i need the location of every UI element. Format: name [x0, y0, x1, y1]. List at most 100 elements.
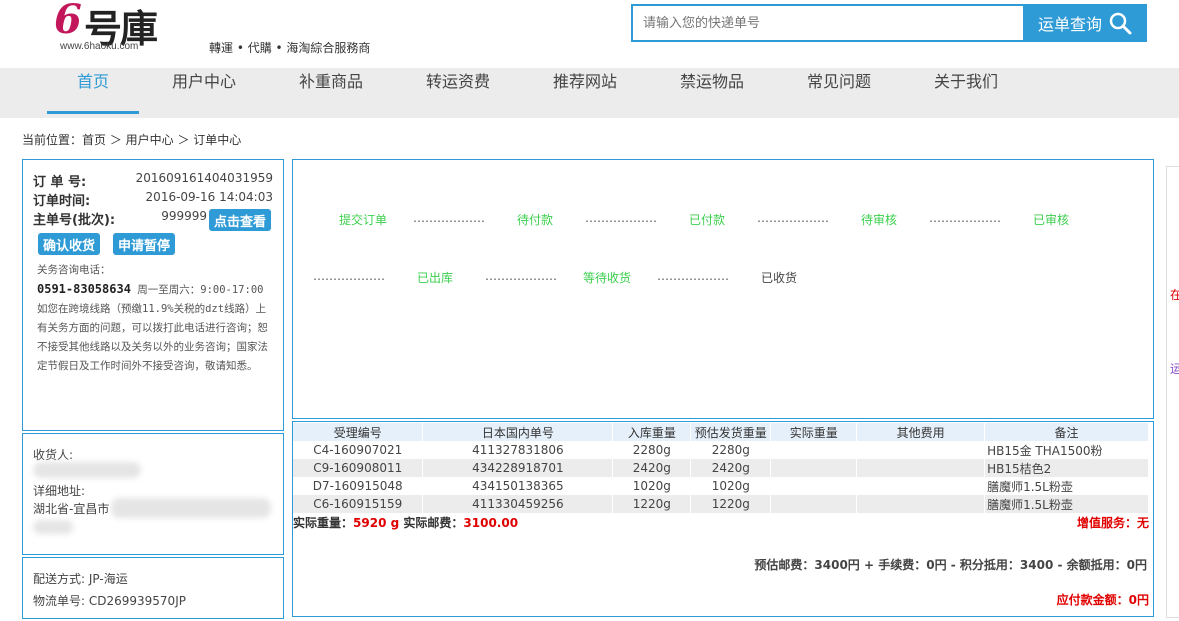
table-header-row: 受理编号 日本国内单号 入库重量 预估发货重量 实际重量 其他费用 备注 [293, 423, 1149, 441]
step-pending-review: 待审核 [861, 213, 898, 227]
logo-url: www.6haoku.com [60, 41, 139, 52]
cell-actual-weight [770, 459, 858, 477]
address-detail-value: 湖北省-宜昌市 [33, 502, 110, 516]
cell-inbound-weight: 1220g [612, 495, 692, 513]
nav-item-prohibited-items[interactable]: 禁运物品 [666, 68, 758, 118]
logo-six: 6 [54, 0, 82, 43]
tracking-search-button[interactable]: 运单查询 [1023, 4, 1147, 42]
receiver-redacted [33, 462, 141, 478]
order-info-panel: 订 单 号: 20160916140403195​9 订单时间: 2016-09… [22, 159, 284, 431]
order-time-row: 订单时间: 2016-09-16 14:04:03 [33, 190, 273, 209]
nav-item-user-center[interactable]: 用户中心 [158, 68, 250, 118]
customs-phone-line: 0591-83058634 周一至周六：9:00-17:00 [37, 280, 275, 300]
breadcrumb: 当前位置：首页 ＞ 用户中心 ＞ 订单中心 [22, 133, 242, 147]
cell-receipt-no: C6-160915159 [293, 495, 424, 513]
step-dots: ……………… [313, 269, 385, 283]
items-table: 受理编号 日本国内单号 入库重量 预估发货重量 实际重量 其他费用 备注 C4-… [293, 423, 1149, 513]
cell-other-fees [856, 459, 986, 477]
view-batch-button[interactable]: 点击查看 [209, 209, 272, 231]
site-slogan: 轉運 • 代購 • 海淘綜合服務商 [209, 41, 371, 55]
cell-est-weight: 2280g [690, 441, 772, 459]
cell-actual-weight [770, 441, 858, 459]
step-dots: ……………… [485, 269, 557, 283]
cell-est-weight: 1020g [690, 477, 772, 495]
amount-payable: 应付款金额：0円 [1056, 593, 1149, 607]
nav-item-about[interactable]: 关于我们 [920, 68, 1012, 118]
step-dots: ……………… [757, 211, 829, 225]
step-dots: ……………… [929, 211, 1001, 225]
cell-japan-tracking: 434150138365 [422, 477, 614, 495]
customs-body: 如您在跨境线路（预缴11.9%关税的dzt线路）上有关务方面的问题，可以拨打此电… [37, 303, 268, 372]
customs-title: 关务咨询电话： [37, 264, 111, 276]
customs-note: 关务咨询电话： 0591-83058634 周一至周六：9:00-17:00 如… [37, 261, 275, 376]
side-panel-text: 在 [1170, 288, 1179, 302]
actual-weight-label: 实际重量： [293, 516, 354, 530]
actual-weight-value: 5920 g [353, 516, 400, 530]
cell-remark: 膳魔师1.5L粉壶 [984, 495, 1149, 513]
cell-actual-weight [770, 495, 858, 513]
receiver-label: 收货人: [33, 448, 74, 462]
cell-receipt-no: C9-160908011 [293, 459, 424, 477]
address-detail-label: 详细地址: [33, 484, 86, 498]
order-time-label: 订单时间: [33, 194, 91, 209]
col-header-japan-tracking: 日本国内单号 [422, 423, 614, 441]
cell-other-fees [856, 495, 986, 513]
side-panel-text: 运 [1170, 362, 1179, 376]
master-no-label: 主单号(批次): [33, 213, 116, 228]
actual-postage-label: 实际邮费： [403, 516, 464, 530]
master-no-value: 999999 [161, 209, 207, 223]
col-header-est-weight: 预估发货重量 [690, 423, 772, 441]
nav-item-shipping-rates[interactable]: 转运资费 [412, 68, 504, 118]
order-progress-panel: 提交订单 ……………… 待付款 ……………… 已付款 ……………… 待审核 ……… [292, 159, 1154, 419]
address-redacted-2 [33, 520, 73, 534]
cell-japan-tracking: 434228918701 [422, 459, 614, 477]
order-no-row: 订 单 号: 20160916140403195​9 [33, 171, 273, 190]
col-header-receipt-no: 受理编号 [293, 423, 424, 441]
nav-item-reweigh[interactable]: 补重商品 [285, 68, 377, 118]
step-awaiting-receipt: 等待收货 [583, 271, 632, 285]
cell-other-fees [856, 477, 986, 495]
cell-remark: 膳魔师1.5L粉壶 [984, 477, 1149, 495]
step-pending-payment: 待付款 [517, 213, 554, 227]
main-nav: 首页 用户中心 补重商品 转运资费 推荐网站 禁运物品 常见问题 关于我们 [0, 68, 1179, 118]
step-reviewed: 已审核 [1033, 213, 1070, 227]
side-float-panel [1166, 166, 1179, 618]
shipping-method: 配送方式: JP-海运 [33, 572, 128, 586]
col-header-inbound-weight: 入库重量 [612, 423, 692, 441]
site-logo[interactable]: 6 号庫 www.6haoku.com [52, 0, 182, 60]
table-row: D7-160915048 434150138365 1020g 1020g 膳魔… [293, 477, 1149, 495]
nav-item-recommended-sites[interactable]: 推荐网站 [539, 68, 631, 118]
cell-japan-tracking: 411327831806 [422, 441, 614, 459]
col-header-other-fees: 其他费用 [856, 423, 986, 441]
table-row: C6-160915159 411330459256 1220g 1220g 膳魔… [293, 495, 1149, 513]
search-icon [1109, 12, 1132, 35]
request-pause-button[interactable]: 申请暂停 [113, 233, 176, 255]
table-row: C9-160908011 434228918701 2420g 2420g HB… [293, 459, 1149, 477]
cell-est-weight: 2420g [690, 459, 772, 477]
step-submit-order: 提交订单 [339, 213, 388, 227]
step-received: 已收货 [761, 271, 798, 285]
fee-breakdown: 预估邮费：3400円 + 手续费：0円 - 积分抵用：3400 - 余额抵用：0… [754, 558, 1147, 572]
site-header: 6 号庫 www.6haoku.com 轉運 • 代購 • 海淘綜合服務商 运单… [0, 0, 1179, 66]
cell-actual-weight [770, 477, 858, 495]
confirm-receipt-button[interactable]: 确认收货 [38, 233, 101, 255]
order-time-value: 2016-09-16 14:04:03 [145, 190, 273, 204]
step-shipped-out: 已出库 [417, 271, 454, 285]
order-no-label: 订 单 号: [33, 175, 87, 190]
nav-item-faq[interactable]: 常见问题 [793, 68, 885, 118]
order-no-value: 20160916140403195​9 [135, 171, 273, 185]
cell-japan-tracking: 411330459256 [422, 495, 614, 513]
cell-inbound-weight: 2420g [612, 459, 692, 477]
nav-item-home[interactable]: 首页 [47, 68, 139, 118]
tracking-search-input[interactable] [631, 4, 1023, 42]
col-header-actual-weight: 实际重量 [770, 423, 858, 441]
cell-receipt-no: C4-160907021 [293, 441, 424, 459]
step-dots: ……………… [413, 211, 485, 225]
cell-inbound-weight: 1020g [612, 477, 692, 495]
master-no-row: 主单号(批次): 999999 [33, 209, 207, 228]
shipping-panel: 配送方式: JP-海运 物流单号: CD269939570JP [22, 557, 284, 619]
cell-receipt-no: D7-160915048 [293, 477, 424, 495]
table-row: C4-160907021 411327831806 2280g 2280g HB… [293, 441, 1149, 459]
address-panel: 收货人: 详细地址: 湖北省-宜昌市 [22, 433, 284, 555]
cell-remark: HB15桔色2 [984, 459, 1149, 477]
